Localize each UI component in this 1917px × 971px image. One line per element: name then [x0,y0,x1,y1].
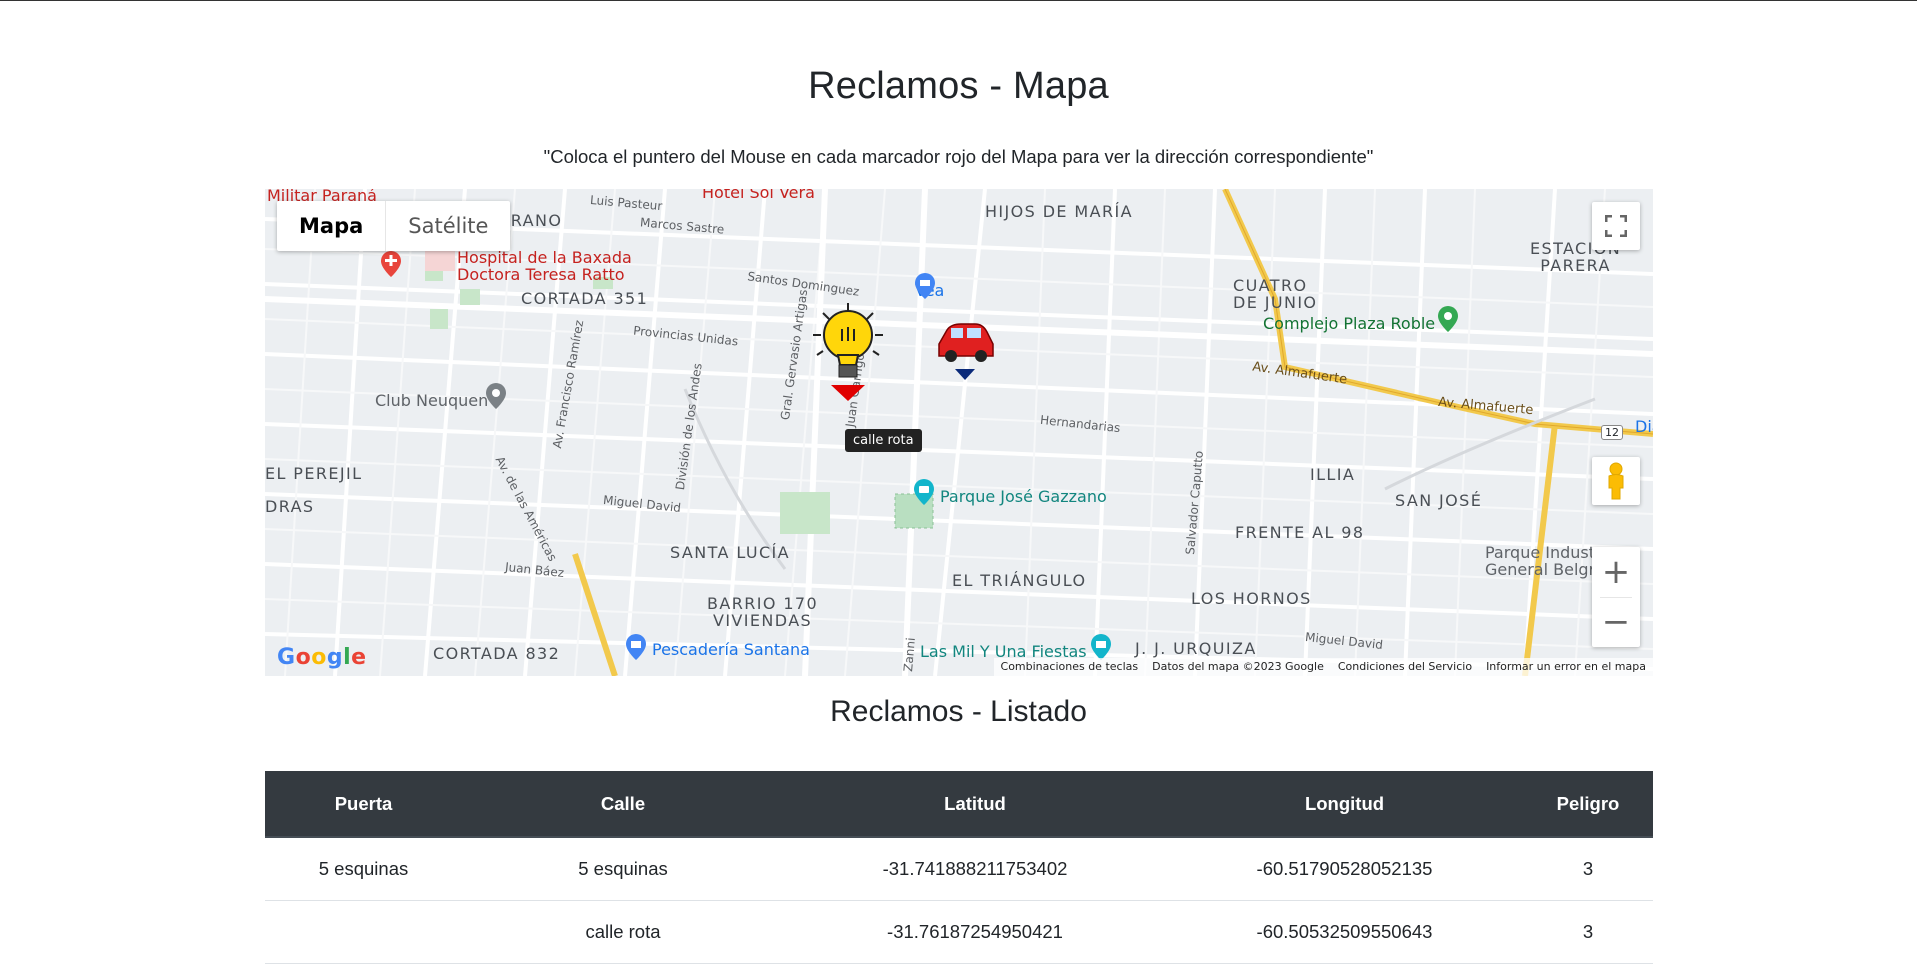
shop-pin-icon [626,634,646,660]
map[interactable]: Militar Paraná Hotel Sol Vera GRANO Luis… [265,189,1653,676]
list-title: Reclamos - Listado [830,695,1087,728]
map-label-triangulo: EL TRIÁNGULO [952,571,1087,590]
cell-latitud: -31.741888211753402 [784,837,1166,901]
col-longitud: Longitud [1166,771,1523,838]
fullscreen-button[interactable] [1592,202,1640,250]
cell-puerta [265,900,462,964]
page-subtitle: "Coloca el puntero del Mouse en cada mar… [543,146,1374,167]
camera-pin-icon [914,479,934,505]
map-label-urquiza: J. J. URQUIZA [1135,639,1257,658]
cell-longitud: -60.50532509550643 [1166,900,1523,964]
map-label-loshornos: LOS HORNOS [1191,589,1312,608]
cell-puerta: 5 esquinas [265,837,462,901]
street-view-button[interactable] [1592,457,1640,505]
col-calle: Calle [462,771,784,838]
table-header-row: Puerta Calle Latitud Longitud Peligro [265,771,1653,838]
map-data-text: Datos del mapa ©2023 Google [1152,660,1324,673]
map-label-cortada832: CORTADA 832 [433,644,561,663]
cell-latitud: -31.76187254950421 [784,900,1166,964]
reclamos-table: Puerta Calle Latitud Longitud Peligro 5 … [265,771,1653,964]
route-12-shield: 12 [1601,425,1623,440]
map-label-frente98: FRENTE AL 98 [1235,523,1365,542]
map-label-hospital: Hospital de la Baxada Doctora Teresa Ratt… [457,248,632,284]
cell-calle: 5 esquinas [462,837,784,901]
map-label-barrio170: BARRIO 170 VIVIENDAS [707,594,819,630]
map-label-sanjose: SAN JOSÉ [1395,491,1483,510]
table-row: 5 esquinas 5 esquinas -31.74188821175340… [265,837,1653,901]
google-logo[interactable]: Google [277,645,367,670]
map-label-club: Club Neuquen [375,391,489,410]
terms-link[interactable]: Condiciones del Servicio [1338,658,1472,676]
cell-longitud: -60.51790528052135 [1166,837,1523,901]
lightbulb-marker-icon[interactable] [809,301,887,401]
map-label-complejo: Complejo Plaza Roble [1263,314,1436,333]
map-label-hotel: Hotel Sol Vera [702,189,815,202]
cell-peligro: 3 [1523,900,1653,964]
keyboard-shortcuts-link[interactable]: Combinaciones de teclas [1001,658,1139,676]
fullscreen-icon [1605,215,1627,237]
map-label-parqueindust: Parque Indust General Belgra [1485,543,1605,579]
map-label-dia: Dia [1635,417,1653,436]
map-label-gazzano: Parque José Gazzano [940,487,1107,506]
car-marker-icon[interactable] [933,314,997,382]
map-label-perejil: EL PEREJIL [265,464,363,483]
place-pin-icon [486,383,506,409]
map-attribution: Combinaciones de teclas Datos del mapa ©… [993,658,1653,676]
shopping-pin-icon [915,273,935,299]
map-label-dras: DRAS [265,497,315,516]
cell-calle: calle rota [462,900,784,964]
map-type-control: Mapa Satélite [277,201,511,251]
marker-tooltip: calle rota [845,429,922,452]
map-label-hijos: HIJOS DE MARÍA [985,202,1133,221]
zoom-in-button[interactable]: + [1592,547,1640,597]
map-label-cortada351: CORTADA 351 [521,289,649,308]
map-label-zanni: Zanni [901,637,918,673]
party-pin-icon [1091,634,1111,660]
red-marker-pointer [831,385,865,401]
cell-peligro: 3 [1523,837,1653,901]
zoom-control: + − [1592,547,1640,647]
col-peligro: Peligro [1523,771,1653,838]
map-label-illia: ILLIA [1310,465,1356,484]
map-type-mapa-button[interactable]: Mapa [277,201,387,251]
col-latitud: Latitud [784,771,1166,838]
park-pin-icon [1438,306,1458,332]
pegman-icon [1608,462,1624,500]
report-error-link[interactable]: Informar un error en el mapa [1486,658,1646,676]
map-label-pescaderia: Pescadería Santana [652,640,810,659]
page-title: Reclamos - Mapa [808,65,1109,107]
map-label-santalucia: SANTA LUCÍA [670,543,790,562]
map-type-satelite-button[interactable]: Satélite [386,201,510,251]
hospital-pin-icon [381,251,401,277]
zoom-out-button[interactable]: − [1592,597,1640,647]
col-puerta: Puerta [265,771,462,838]
table-row: calle rota -31.76187254950421 -60.505325… [265,900,1653,964]
map-label-cuatro: CUATRO DE JUNIO [1233,276,1318,312]
